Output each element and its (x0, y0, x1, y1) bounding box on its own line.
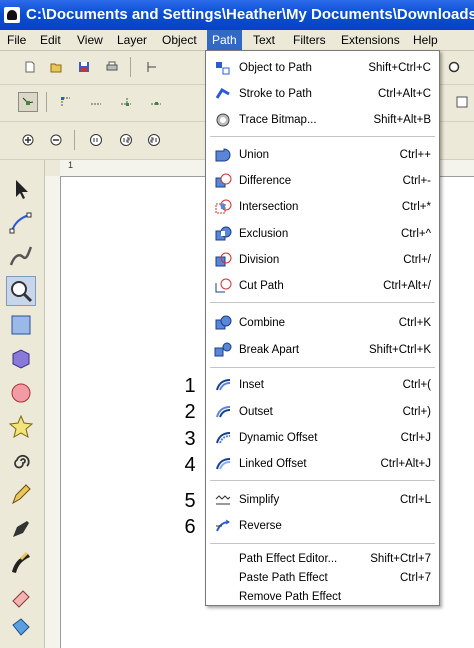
menu-filters[interactable]: Filters (288, 30, 331, 50)
3d-box-icon[interactable] (6, 344, 36, 374)
menu-item-linked-offset[interactable]: Linked Offset Ctrl+Alt+J (206, 453, 439, 475)
union-icon (215, 148, 231, 162)
menu-layer[interactable]: Layer (112, 30, 152, 50)
open-icon[interactable] (46, 57, 66, 77)
snap-toggle-icon[interactable] (18, 92, 38, 112)
combine-icon (215, 315, 232, 330)
menu-item-remove-path-effect[interactable]: Remove Path Effect (206, 586, 439, 608)
menu-item-exclusion[interactable]: Exclusion Ctrl+^ (206, 223, 439, 245)
zoom-out-icon[interactable] (46, 130, 66, 150)
ruler-label: 1 (68, 160, 74, 170)
node-editor-icon[interactable] (6, 208, 36, 238)
pencil-icon[interactable] (6, 480, 36, 510)
toolbox (0, 160, 45, 648)
menu-item-combine[interactable]: Combine Ctrl+K (206, 312, 439, 334)
menu-file[interactable]: File (2, 30, 31, 50)
pen-icon[interactable] (6, 514, 36, 544)
menu-object[interactable]: Object (157, 30, 202, 50)
menu-item-trace-bitmap[interactable]: Trace Bitmap... Shift+Alt+B (206, 109, 439, 131)
zoom-1-1-icon[interactable] (86, 130, 106, 150)
menu-extensions[interactable]: Extensions (336, 30, 405, 50)
exclusion-icon (215, 226, 232, 241)
break-apart-icon (214, 342, 232, 357)
menu-help[interactable]: Help (408, 30, 443, 50)
spiral-icon[interactable] (6, 446, 36, 476)
zoom-in-icon[interactable] (18, 130, 38, 150)
intersection-icon (215, 199, 232, 214)
menu-item-simplify[interactable]: Simplify Ctrl+L (206, 489, 439, 511)
calligraphy-icon[interactable] (6, 548, 36, 578)
paint-bucket-icon[interactable] (6, 612, 36, 642)
dynamic-offset-icon (216, 432, 231, 444)
menu-edit[interactable]: Edit (35, 30, 66, 50)
menu-item-cut-path[interactable]: Cut Path Ctrl+Alt+/ (206, 275, 439, 297)
annotation-3: 3 (184, 428, 196, 450)
annotation-4: 4 (184, 454, 196, 476)
snap-midpoint-icon[interactable] (146, 92, 166, 112)
snap-bbox-edge-icon[interactable] (86, 92, 106, 112)
zoom-icon[interactable] (6, 276, 36, 306)
menu-item-division[interactable]: Division Ctrl+/ (206, 249, 439, 271)
title-bar: C:\Documents and Settings\Heather\My Doc… (0, 0, 474, 30)
annotation-1: 1 (184, 375, 196, 397)
tweak-icon[interactable] (6, 242, 36, 272)
new-document-icon[interactable] (20, 57, 40, 77)
object-to-path-icon (216, 62, 230, 75)
window-title: C:\Documents and Settings\Heather\My Doc… (26, 6, 474, 23)
vertical-ruler (44, 176, 61, 648)
zoom-drawing-icon[interactable] (444, 57, 464, 77)
menu-path[interactable]: Path (207, 30, 242, 50)
menu-item-stroke-to-path[interactable]: Stroke to Path Ctrl+Alt+C (206, 83, 439, 105)
import-icon[interactable] (142, 57, 162, 77)
annotation-2: 2 (184, 401, 196, 423)
annotation-5: 5 (184, 490, 196, 512)
menu-item-outset[interactable]: Outset Ctrl+) (206, 401, 439, 423)
menu-item-union[interactable]: Union Ctrl++ (206, 144, 439, 166)
zoom-2-1-icon[interactable] (144, 130, 164, 150)
simplify-icon (215, 495, 231, 505)
menu-text[interactable]: Text (248, 30, 280, 50)
stroke-to-path-icon (215, 87, 230, 99)
print-icon[interactable] (102, 57, 122, 77)
menu-item-inset[interactable]: Inset Ctrl+( (206, 374, 439, 396)
snap-bbox-corner-icon[interactable] (116, 92, 136, 112)
menu-bar: File Edit View Layer Object Path Text Fi… (0, 30, 474, 51)
trace-bitmap-icon (216, 113, 230, 127)
rectangle-icon[interactable] (6, 310, 36, 340)
menu-item-object-to-path[interactable]: Object to Path Shift+Ctrl+C (206, 57, 439, 79)
annotation-6: 6 (184, 516, 196, 538)
linked-offset-icon (216, 458, 231, 470)
reverse-icon (216, 519, 230, 532)
menu-item-difference[interactable]: Difference Ctrl+- (206, 170, 439, 192)
ellipse-icon[interactable] (6, 378, 36, 408)
difference-icon (215, 173, 232, 188)
menu-item-dynamic-offset[interactable]: Dynamic Offset Ctrl+J (206, 427, 439, 449)
menu-view[interactable]: View (72, 30, 108, 50)
eraser-icon[interactable] (6, 582, 36, 612)
menu-item-reverse[interactable]: Reverse (206, 515, 439, 537)
menu-item-break-apart[interactable]: Break Apart Shift+Ctrl+K (206, 339, 439, 361)
inkscape-logo-icon (4, 7, 20, 23)
zoom-1-2-icon[interactable] (116, 130, 136, 150)
snap-page-icon[interactable] (452, 92, 472, 112)
menu-item-intersection[interactable]: Intersection Ctrl+* (206, 196, 439, 218)
snap-bbox-icon[interactable] (56, 92, 76, 112)
selector-icon[interactable] (6, 174, 36, 204)
outset-icon (216, 406, 231, 418)
ruler-corner (44, 160, 60, 176)
inset-icon (216, 379, 231, 391)
save-icon[interactable] (74, 57, 94, 77)
cut-path-icon (215, 278, 232, 293)
division-icon (215, 252, 232, 267)
star-icon[interactable] (6, 412, 36, 442)
path-menu: Object to Path Shift+Ctrl+C Stroke to Pa… (205, 50, 440, 606)
